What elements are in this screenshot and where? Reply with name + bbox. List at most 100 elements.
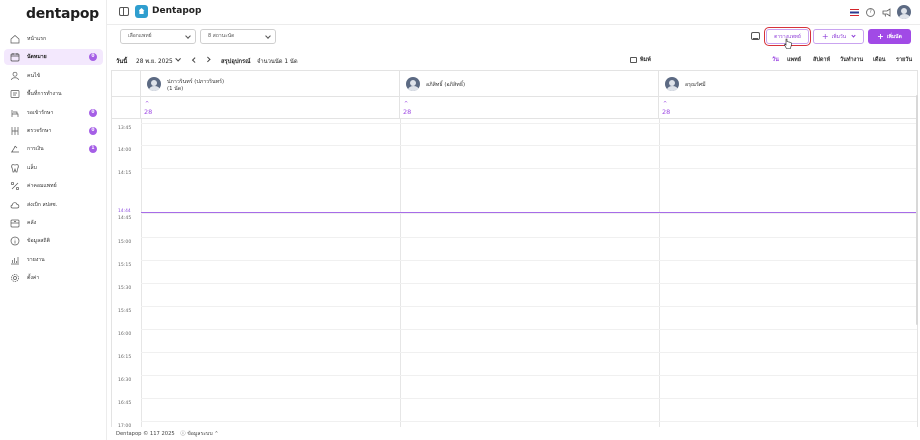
time-row-line <box>141 260 917 261</box>
current-date[interactable]: 28 พ.ย. 2025 <box>136 56 173 66</box>
print-button[interactable]: พิมพ์ <box>640 56 651 64</box>
percent-icon <box>10 182 20 191</box>
time-label: 15:45 <box>118 309 132 314</box>
time-label: 16:00 <box>118 332 132 337</box>
prev-day-icon[interactable] <box>192 57 198 63</box>
count-badge: 0 <box>89 108 97 117</box>
sidebar-item-label: คนไข้ <box>27 72 41 79</box>
count-badge: 1 <box>89 145 97 154</box>
time-row-line <box>141 306 917 307</box>
equipment-summary-link[interactable]: สรุปอุปกรณ์ <box>221 56 251 66</box>
day-cell[interactable]: ^ 28 <box>659 97 917 119</box>
help-icon[interactable]: ? <box>866 8 875 17</box>
sidebar-toggle-icon[interactable] <box>119 7 129 16</box>
current-time-indicator <box>141 212 917 213</box>
date-dropdown-icon[interactable] <box>175 56 181 62</box>
column-divider <box>400 119 401 427</box>
time-row-line <box>141 168 917 169</box>
sidebar: dentapop หน้าแรกนัดหมาย 0 คนไข้พื้นที่การท… <box>0 0 107 440</box>
doctor-column-header[interactable]: ปภาวรินทร์ (ปภาวรินทร์) (1 นัด) <box>141 71 400 97</box>
time-row-line <box>141 283 917 284</box>
tab-week[interactable]: สัปดาห์ <box>813 56 830 64</box>
sidebar-item-7[interactable]: แล็บ <box>4 160 103 176</box>
time-row-line <box>141 145 917 146</box>
sidebar-item-1[interactable]: นัดหมาย 0 <box>4 49 103 66</box>
sidebar-item-5[interactable]: ตรวจรักษา 0 <box>4 123 103 139</box>
appointment-count: จำนวนนัด 1 นัด <box>257 59 298 65</box>
sidebar-item-label: รายงาน <box>27 256 45 263</box>
time-label: 16:15 <box>118 355 132 360</box>
doctor-column-header[interactable]: อภิสิทธิ์ (อภิสิทธิ์) <box>400 71 659 97</box>
sidebar-item-4[interactable]: รอเข้ารักษา 0 <box>4 105 103 121</box>
tab-month[interactable]: เดือน <box>873 56 886 64</box>
printer-icon[interactable] <box>630 57 637 63</box>
time-label: 13:45 <box>118 126 132 131</box>
sidebar-item-label: ข้อมูลสถิติ <box>27 238 50 245</box>
info-icon <box>10 236 20 246</box>
money-icon <box>11 146 19 153</box>
day-number: 28 <box>662 108 671 116</box>
home-icon <box>10 35 20 44</box>
clinic-name: Dentapop <box>152 6 202 16</box>
count-badge: 0 <box>89 53 97 62</box>
user-avatar[interactable] <box>897 5 911 19</box>
next-day-icon[interactable] <box>205 57 211 63</box>
day-up-marker: ^ <box>145 101 150 107</box>
time-gutter-header <box>112 71 141 97</box>
current-time-label: 14:44 <box>118 209 131 214</box>
sidebar-item-11[interactable]: ข้อมูลสถิติ <box>4 233 103 249</box>
sidebar-item-2[interactable]: คนไข้ <box>4 68 103 84</box>
time-row-line <box>141 237 917 238</box>
sidebar-item-0[interactable]: หน้าแรก <box>4 31 103 47</box>
time-label: 14:45 <box>118 216 132 221</box>
tab-day[interactable]: วัน <box>772 56 779 64</box>
tab-workdays[interactable]: วันทำงาน <box>840 56 863 64</box>
sidebar-item-label: ตั้งค่า <box>27 275 40 282</box>
doctor-select[interactable]: เลือกแพทย์ <box>120 29 196 44</box>
tab-doctor[interactable]: แพทย์ <box>787 56 801 64</box>
time-row-line <box>141 375 917 376</box>
inbox-icon[interactable] <box>751 32 760 40</box>
doctor-column-header[interactable]: อรุณรัศมี <box>659 71 917 97</box>
sidebar-item-3[interactable]: พื้นที่การทำงาน <box>4 86 103 102</box>
today-label[interactable]: วันนี้ <box>116 56 127 66</box>
day-number: 28 <box>144 108 153 116</box>
calendar-scrollbar[interactable] <box>916 95 918 325</box>
add-session-label: เพิ่มวัน <box>831 33 847 40</box>
sidebar-item-13[interactable]: ตั้งค่า <box>4 270 103 286</box>
thai-flag-icon[interactable] <box>850 9 859 16</box>
time-label: 17:00 <box>118 424 132 427</box>
column-divider <box>141 119 142 427</box>
sidebar-item-12[interactable]: รายงาน <box>4 252 103 268</box>
logo[interactable]: dentapop <box>26 6 99 22</box>
day-up-marker: ^ <box>404 101 409 107</box>
chevron-down-icon[interactable] <box>851 33 856 38</box>
megaphone-icon[interactable] <box>882 8 892 17</box>
chevron-down-icon <box>185 33 191 39</box>
time-row-line <box>141 329 917 330</box>
sidebar-item-10[interactable]: คลัง <box>4 215 103 231</box>
sidebar-item-label: ตรวจรักษา <box>27 127 52 134</box>
footer-copyright: Dentapop © 117 2025 <box>116 431 175 437</box>
sidebar-item-8[interactable]: ค่าคอมแพทย์ <box>4 178 103 194</box>
doctor-select-value: เลือกแพทย์ <box>128 33 152 39</box>
add-session-button[interactable]: + เพิ่มวัน <box>813 29 864 44</box>
day-cell[interactable]: ^ 28 <box>400 97 659 119</box>
sidebar-item-label: หน้าแรก <box>27 36 47 42</box>
day-cell[interactable]: ^ 28 <box>141 97 400 119</box>
sidebar-item-label: พื้นที่การทำงาน <box>27 91 62 98</box>
status-select[interactable]: 8 สถานะนัด <box>200 29 276 44</box>
inventory-icon <box>10 219 20 228</box>
sidebar-item-9[interactable]: ส่งเบิก สปสช. <box>4 197 103 213</box>
tab-daily-list[interactable]: รายวัน <box>896 56 912 64</box>
sidebar-item-6[interactable]: การเงิน 1 <box>4 141 103 157</box>
status-select-value: 8 สถานะนัด <box>208 33 235 39</box>
time-label: 15:15 <box>118 263 132 268</box>
add-appointment-button[interactable]: + เพิ่มนัด <box>868 29 911 44</box>
avatar <box>665 77 679 91</box>
gear-icon <box>11 274 19 282</box>
system-info-link[interactable]: ข้อมูลระบบ ⌃ <box>187 431 218 437</box>
treatment-icon <box>11 126 19 135</box>
time-row-line <box>141 398 917 399</box>
time-label: 16:45 <box>118 401 132 406</box>
